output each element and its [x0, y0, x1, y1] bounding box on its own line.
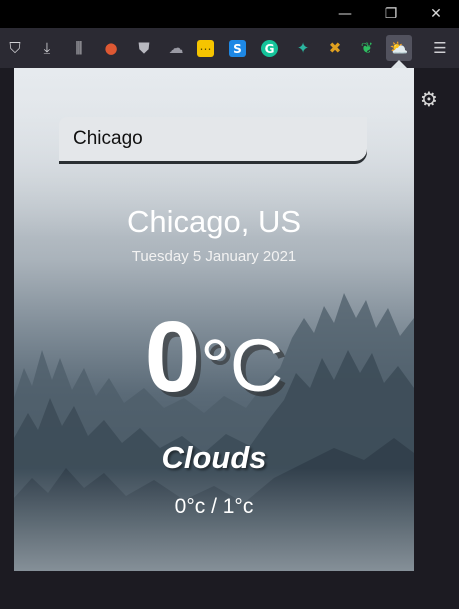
temperature-range: 0°c / 1°c [174, 495, 254, 518]
city-search-input[interactable]: Chicago [59, 117, 367, 161]
grammarly-icon[interactable]: G [261, 40, 278, 57]
restore-icon: ❐ [384, 6, 398, 22]
temperature-display: 0°C [14, 300, 414, 415]
close-button[interactable]: ✕ [413, 0, 459, 28]
minimize-button[interactable]: — [322, 0, 368, 28]
location-label: Chicago, US [126, 204, 302, 239]
download-icon[interactable]: ⤓ [36, 37, 58, 59]
close-icon: ✕ [430, 6, 442, 22]
s-extension-icon[interactable]: S [229, 40, 246, 57]
temperature-unit: °C [200, 324, 284, 407]
date-label: Tuesday 5 January 2021 [131, 248, 297, 265]
ublock-icon[interactable]: ⛊ [133, 37, 155, 59]
evernote-icon[interactable]: ❦ [356, 37, 378, 59]
popup-arrow [391, 60, 407, 68]
menu-icon[interactable]: ☰ [429, 37, 451, 59]
tools-extension-icon[interactable]: ✖ [324, 37, 346, 59]
bird-extension-icon[interactable]: ✦ [292, 37, 314, 59]
cloud-extension-icon[interactable]: ☁ [165, 37, 187, 59]
title-bar: — ❐ ✕ [0, 0, 459, 28]
settings-icon[interactable]: ⚙ [418, 87, 440, 111]
restore-button[interactable]: ❐ [368, 0, 414, 28]
minimize-icon: — [338, 6, 352, 22]
dots-extension-icon[interactable]: ⋯ [197, 40, 214, 57]
pocket-icon[interactable]: ⛉ [4, 37, 26, 59]
weather-popup: Chicago Chicago, US Tuesday 5 January 20… [14, 68, 414, 571]
duckduckgo-icon[interactable]: ● [100, 37, 122, 59]
temperature-value: 0 [144, 301, 201, 413]
weather-condition: Clouds [161, 440, 267, 475]
weather-extension-icon[interactable]: ⛅ [388, 37, 410, 59]
library-icon[interactable]: ⫼ [68, 37, 90, 59]
